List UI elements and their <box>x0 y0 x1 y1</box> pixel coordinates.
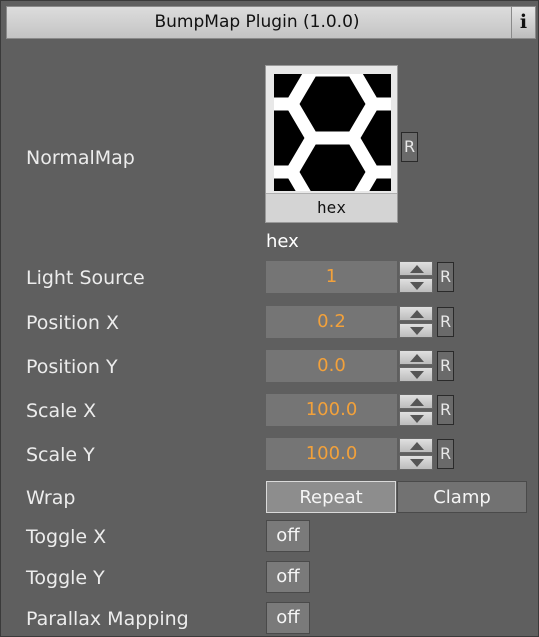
position-y-spinner[interactable] <box>399 350 433 382</box>
arrow-up-icon <box>410 442 424 450</box>
toggle-y-label: Toggle Y <box>26 567 105 589</box>
toggle-y-button[interactable]: off <box>266 561 310 593</box>
position-x-value[interactable]: 0.2 <box>266 306 397 338</box>
scale-x-value[interactable]: 100.0 <box>266 394 397 426</box>
arrow-up-icon <box>410 398 424 406</box>
scale-y-label: Scale Y <box>26 444 95 466</box>
position-y-reset-button[interactable]: R <box>437 351 454 381</box>
info-button[interactable]: i <box>511 7 535 38</box>
normalmap-reset-button[interactable]: R <box>401 132 418 162</box>
arrow-up-icon <box>410 354 424 362</box>
normalmap-thumbnail[interactable]: hex <box>265 65 398 223</box>
scale-y-spinner[interactable] <box>399 438 433 470</box>
light-source-label: Light Source <box>26 267 145 289</box>
position-x-spinner[interactable] <box>399 306 433 338</box>
decrement-button[interactable] <box>399 278 433 293</box>
increment-button[interactable] <box>399 306 433 321</box>
scale-y-value[interactable]: 100.0 <box>266 438 397 470</box>
parallax-mapping-button[interactable]: off <box>266 602 310 634</box>
light-source-spinner[interactable] <box>399 261 433 293</box>
arrow-down-icon <box>410 415 424 423</box>
wrap-repeat-button[interactable]: Repeat <box>266 481 396 513</box>
increment-button[interactable] <box>399 394 433 409</box>
arrow-down-icon <box>410 327 424 335</box>
light-source-reset-button[interactable]: R <box>437 262 454 292</box>
scale-x-label: Scale X <box>26 400 97 422</box>
arrow-up-icon <box>410 265 424 273</box>
panel-title: BumpMap Plugin (1.0.0) <box>154 12 360 32</box>
decrement-button[interactable] <box>399 411 433 426</box>
hex-texture-preview <box>274 74 391 191</box>
bumpmap-plugin-panel: BumpMap Plugin (1.0.0) i NormalMap hex R… <box>0 0 539 637</box>
increment-button[interactable] <box>399 350 433 365</box>
normalmap-label: NormalMap <box>26 147 135 169</box>
increment-button[interactable] <box>399 261 433 276</box>
toggle-x-label: Toggle X <box>26 526 107 548</box>
decrement-button[interactable] <box>399 455 433 470</box>
parallax-mapping-label: Parallax Mapping <box>26 608 189 630</box>
panel-header: BumpMap Plugin (1.0.0) i <box>6 6 536 39</box>
light-source-value[interactable]: 1 <box>266 261 397 293</box>
thumbnail-caption: hex <box>266 193 397 222</box>
position-y-value[interactable]: 0.0 <box>266 350 397 382</box>
decrement-button[interactable] <box>399 367 433 382</box>
position-y-label: Position Y <box>26 356 118 378</box>
position-x-reset-button[interactable]: R <box>437 307 454 337</box>
toggle-x-button[interactable]: off <box>266 520 310 552</box>
arrow-down-icon <box>410 459 424 467</box>
scale-x-reset-button[interactable]: R <box>437 395 454 425</box>
scale-x-spinner[interactable] <box>399 394 433 426</box>
wrap-label: Wrap <box>26 487 76 509</box>
info-icon: i <box>519 11 528 33</box>
position-x-label: Position X <box>26 312 120 334</box>
arrow-down-icon <box>410 371 424 379</box>
decrement-button[interactable] <box>399 323 433 338</box>
increment-button[interactable] <box>399 438 433 453</box>
texture-name: hex <box>266 231 299 252</box>
arrow-up-icon <box>410 310 424 318</box>
wrap-clamp-button[interactable]: Clamp <box>397 481 527 513</box>
arrow-down-icon <box>410 282 424 290</box>
scale-y-reset-button[interactable]: R <box>437 439 454 469</box>
